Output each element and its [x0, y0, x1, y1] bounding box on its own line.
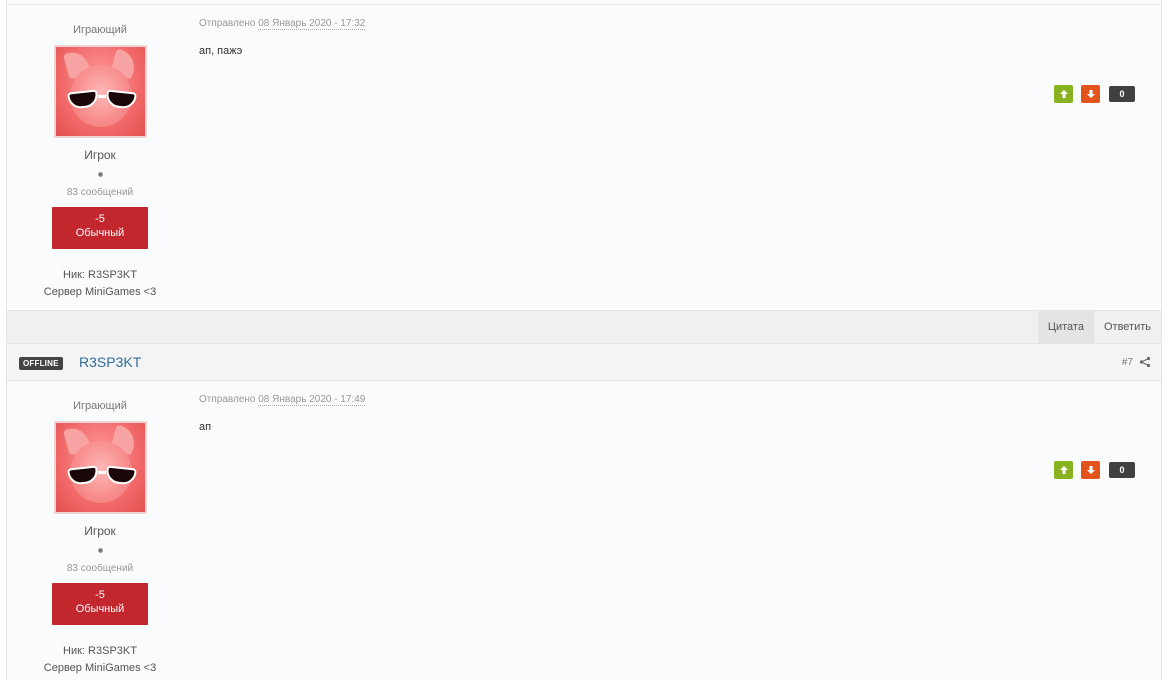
vote-up-button[interactable] — [1054, 85, 1073, 103]
rank-pip-icon — [97, 172, 103, 177]
post-text: ап, пажэ — [199, 45, 243, 57]
posted-date: Отправлено 08 Январь 2020 - 17:32 — [199, 18, 1161, 30]
reputation-value: -5 — [95, 213, 105, 225]
posted-prefix: Отправлено — [199, 18, 256, 29]
post-text: ап — [199, 421, 212, 433]
arrow-up-icon — [1059, 466, 1068, 474]
posted-date: Отправлено 08 Январь 2020 - 17:49 — [199, 394, 1161, 406]
forum-thread: Играющий Игрок 83 сообщений -5 Обычный Н… — [6, 0, 1162, 680]
post-7: Играющий Игрок 83 сообщений -5 Обычный Н… — [7, 381, 1161, 680]
server-field: Сервер MiniGames <3 — [43, 286, 157, 298]
arrow-down-icon — [1086, 466, 1095, 474]
post-date-link[interactable]: 08 Январь 2020 - 17:49 — [258, 394, 366, 406]
rank-pip-icon — [97, 548, 103, 553]
post-count: 83 сообщений — [66, 187, 134, 198]
avatar[interactable] — [53, 421, 147, 514]
vote-down-button[interactable] — [1081, 85, 1100, 103]
reputation-badge: -5 Обычный — [52, 207, 148, 249]
vote-down-button[interactable] — [1081, 461, 1100, 479]
arrow-up-icon — [1059, 90, 1068, 98]
member-group: Играющий — [73, 24, 127, 36]
arrow-down-icon — [1086, 90, 1095, 98]
reputation-label: Обычный — [75, 603, 125, 615]
post-6: Играющий Игрок 83 сообщений -5 Обычный Н… — [7, 4, 1161, 310]
author-info: Играющий Игрок 83 сообщений -5 Обычный Н… — [7, 5, 193, 301]
reply-button[interactable]: Ответить — [1094, 311, 1161, 343]
post-count: 83 сообщений — [66, 563, 134, 574]
post-controls-bar: Цитата Ответить — [7, 310, 1161, 344]
author-name-link[interactable]: R3SP3KT — [79, 354, 141, 370]
nick-field: Ник: R3SP3KT — [63, 269, 137, 281]
posted-prefix: Отправлено — [199, 394, 256, 405]
post-date-link[interactable]: 08 Январь 2020 - 17:32 — [258, 18, 366, 30]
vote-up-button[interactable] — [1054, 461, 1073, 479]
post-number-link[interactable]: #7 — [1122, 357, 1133, 369]
status-badge: OFFLINE — [19, 357, 63, 370]
member-rank: Игрок — [84, 524, 116, 538]
vote-count: 0 — [1109, 462, 1135, 478]
member-rank: Игрок — [84, 148, 116, 162]
quote-button[interactable]: Цитата — [1037, 311, 1094, 343]
post-actions: Цитата Ответить — [1037, 311, 1161, 343]
server-field: Сервер MiniGames <3 — [43, 662, 157, 674]
reputation-label: Обычный — [75, 227, 125, 239]
post-content: Отправлено 08 Январь 2020 - 17:49 ап — [199, 381, 1161, 434]
share-icon[interactable] — [1139, 356, 1151, 368]
avatar[interactable] — [53, 45, 147, 138]
reputation-value: -5 — [95, 589, 105, 601]
post-content: Отправлено 08 Январь 2020 - 17:32 ап, па… — [199, 5, 1161, 58]
vote-controls: 0 — [1054, 85, 1135, 103]
vote-count: 0 — [1109, 86, 1135, 102]
vote-controls: 0 — [1054, 461, 1135, 479]
nick-field: Ник: R3SP3KT — [63, 645, 137, 657]
author-info: Играющий Игрок 83 сообщений -5 Обычный Н… — [7, 381, 193, 677]
reputation-badge: -5 Обычный — [52, 583, 148, 625]
member-group: Играющий — [73, 400, 127, 412]
post-header: OFFLINE R3SP3KT #7 — [7, 344, 1161, 381]
